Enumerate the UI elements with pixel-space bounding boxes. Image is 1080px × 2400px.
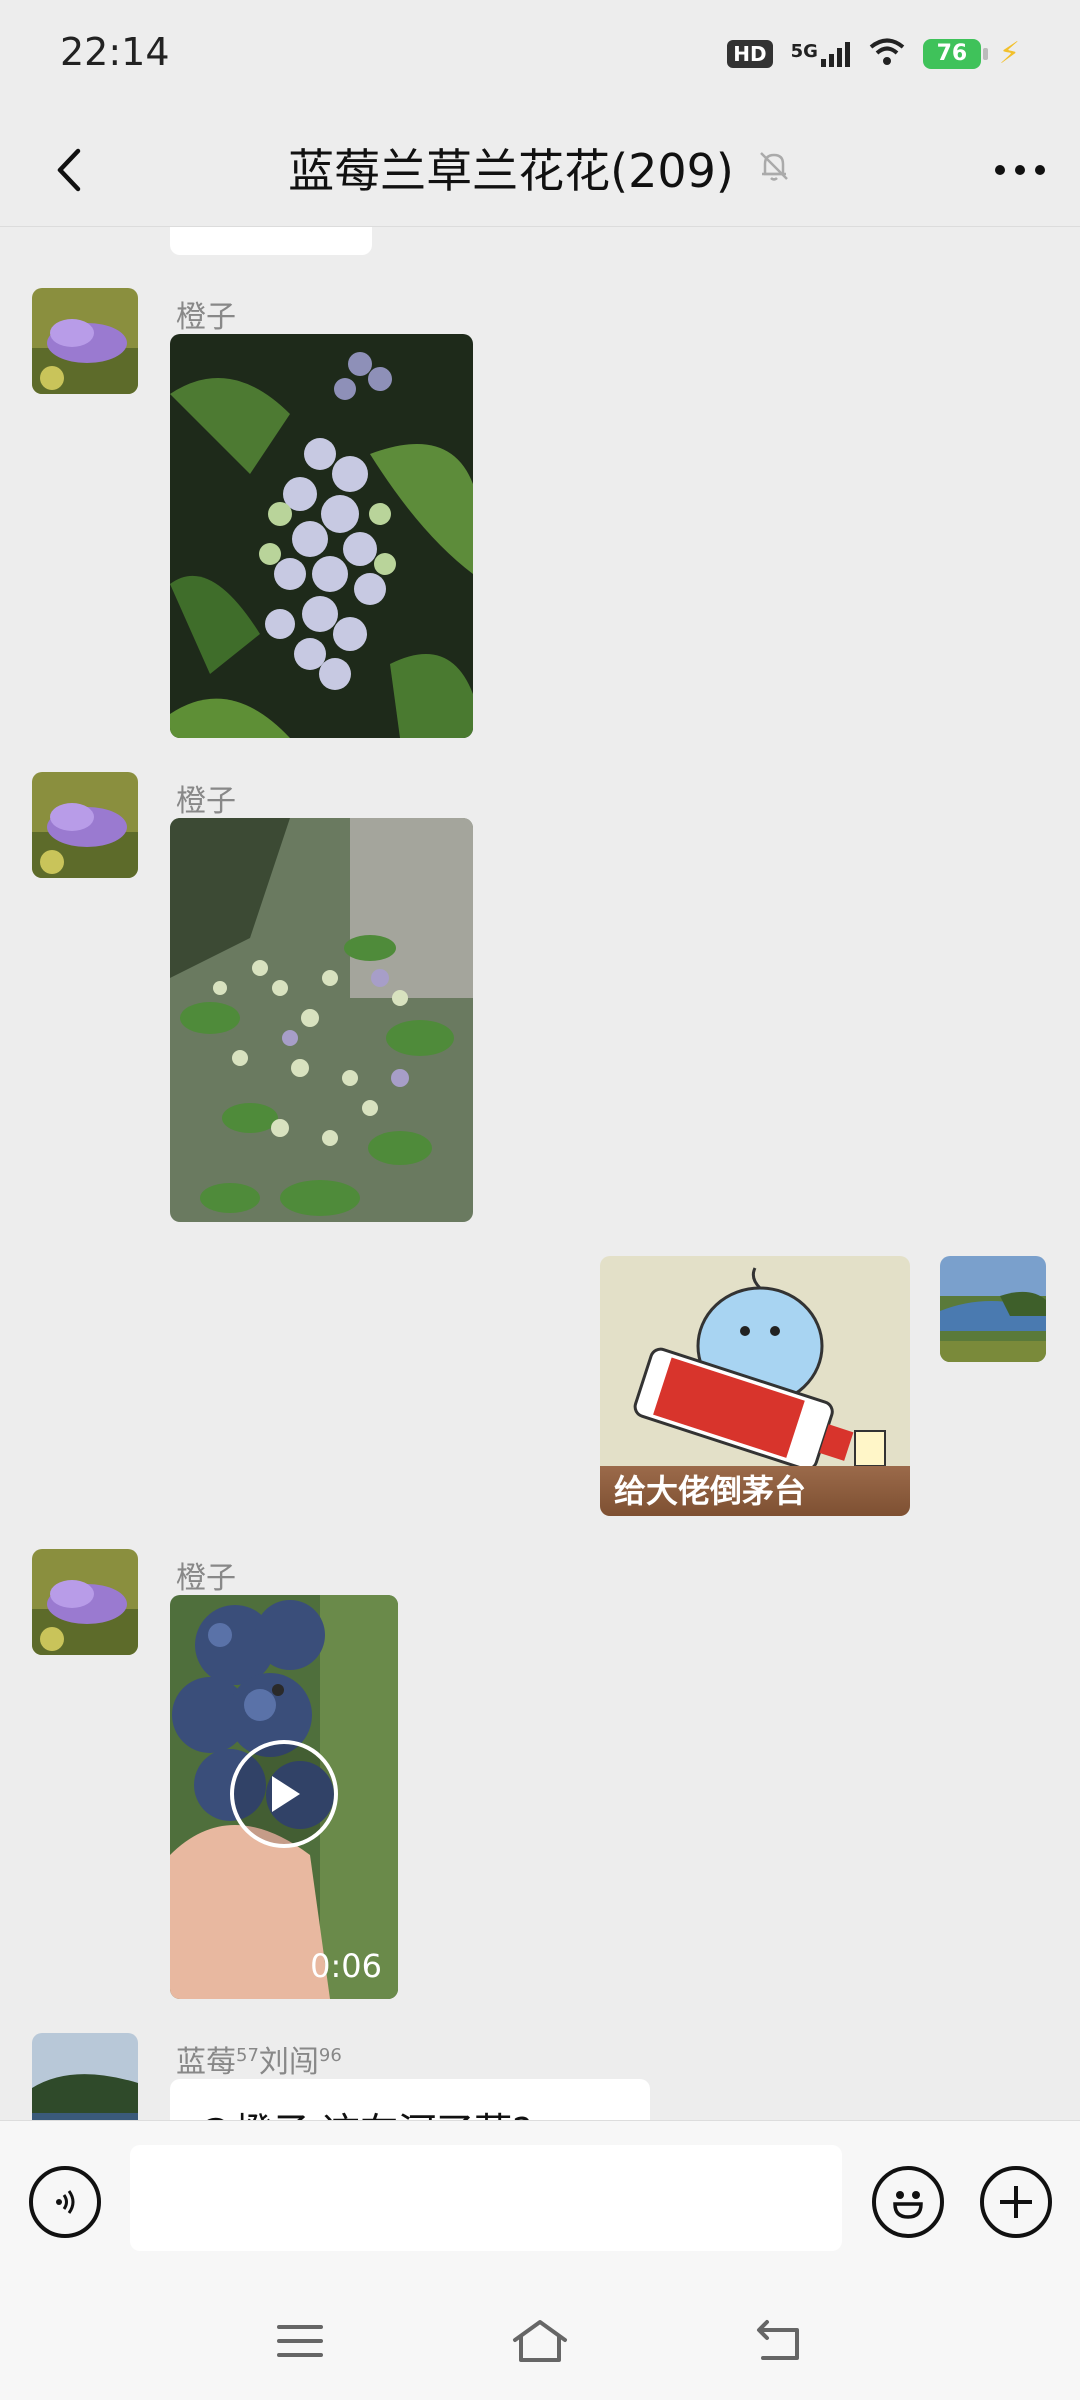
more-functions-button[interactable] — [980, 2166, 1052, 2238]
chat-header: 蓝莓兰草兰花花(209) — [0, 110, 1080, 227]
sender-name: 橙子 — [176, 1561, 236, 1596]
nav-menu-button[interactable] — [260, 2306, 340, 2376]
back-arrow-icon — [57, 148, 81, 192]
sender-name: 橙子 — [176, 300, 236, 335]
input-bar — [0, 2120, 1080, 2283]
sender-name: 橙子 — [176, 784, 236, 819]
wifi-icon — [869, 38, 905, 70]
voice-icon — [56, 2190, 75, 2214]
play-button[interactable] — [230, 1740, 338, 1848]
back-return-icon — [757, 2320, 799, 2360]
signal-5g-icon: 5G — [791, 41, 851, 67]
avatar[interactable] — [32, 2033, 138, 2120]
charging-icon: ⚡ — [998, 36, 1020, 71]
avatar[interactable] — [32, 288, 138, 394]
video-duration: 0:06 — [310, 1947, 382, 1985]
sender-name: 蓝莓57刘闯96 — [176, 2045, 342, 2080]
title-wrap: 蓝莓兰草兰花花(209) — [0, 110, 1080, 226]
back-button[interactable] — [30, 130, 110, 210]
mute-bell-icon — [756, 148, 792, 188]
status-icons: HD 5G 76 ⚡ — [727, 36, 1020, 71]
voice-button[interactable] — [29, 2166, 101, 2238]
my-avatar[interactable] — [940, 1256, 1046, 1362]
home-icon — [513, 2320, 567, 2362]
image-message[interactable] — [170, 818, 473, 1222]
more-dots-icon — [995, 165, 1045, 175]
system-nav-bar — [0, 2282, 1080, 2400]
chat-area[interactable]: 橙子 橙子 给大佬倒茅台 橙子 0:06 蓝莓57刘闯96 — [0, 227, 1080, 2120]
plus-icon — [1000, 2186, 1032, 2218]
previous-message-bubble[interactable] — [170, 227, 372, 255]
message-input[interactable] — [130, 2145, 842, 2251]
text-message-bubble[interactable]: @橙子 这在河了蓝? — [170, 2079, 650, 2120]
status-time: 22:14 — [60, 30, 170, 74]
sticker-message[interactable]: 给大佬倒茅台 — [600, 1256, 910, 1516]
avatar[interactable] — [32, 1549, 138, 1655]
nav-back-button[interactable] — [740, 2306, 820, 2376]
avatar[interactable] — [32, 772, 138, 878]
battery-icon: 76 — [922, 38, 988, 69]
chat-title: 蓝莓兰草兰花花(209) — [288, 144, 734, 198]
status-bar: 22:14 HD 5G 76 ⚡ — [0, 0, 1080, 110]
menu-icon — [277, 2325, 323, 2357]
nav-home-button[interactable] — [500, 2306, 580, 2376]
play-icon — [272, 1776, 300, 1812]
emoji-button[interactable] — [872, 2166, 944, 2238]
video-message[interactable]: 0:06 — [170, 1595, 398, 1999]
hd-badge: HD — [727, 39, 773, 68]
image-message[interactable] — [170, 334, 473, 738]
emoji-icon — [893, 2191, 923, 2219]
sticker-caption: 给大佬倒茅台 — [600, 1466, 910, 1516]
more-button[interactable] — [980, 130, 1060, 210]
